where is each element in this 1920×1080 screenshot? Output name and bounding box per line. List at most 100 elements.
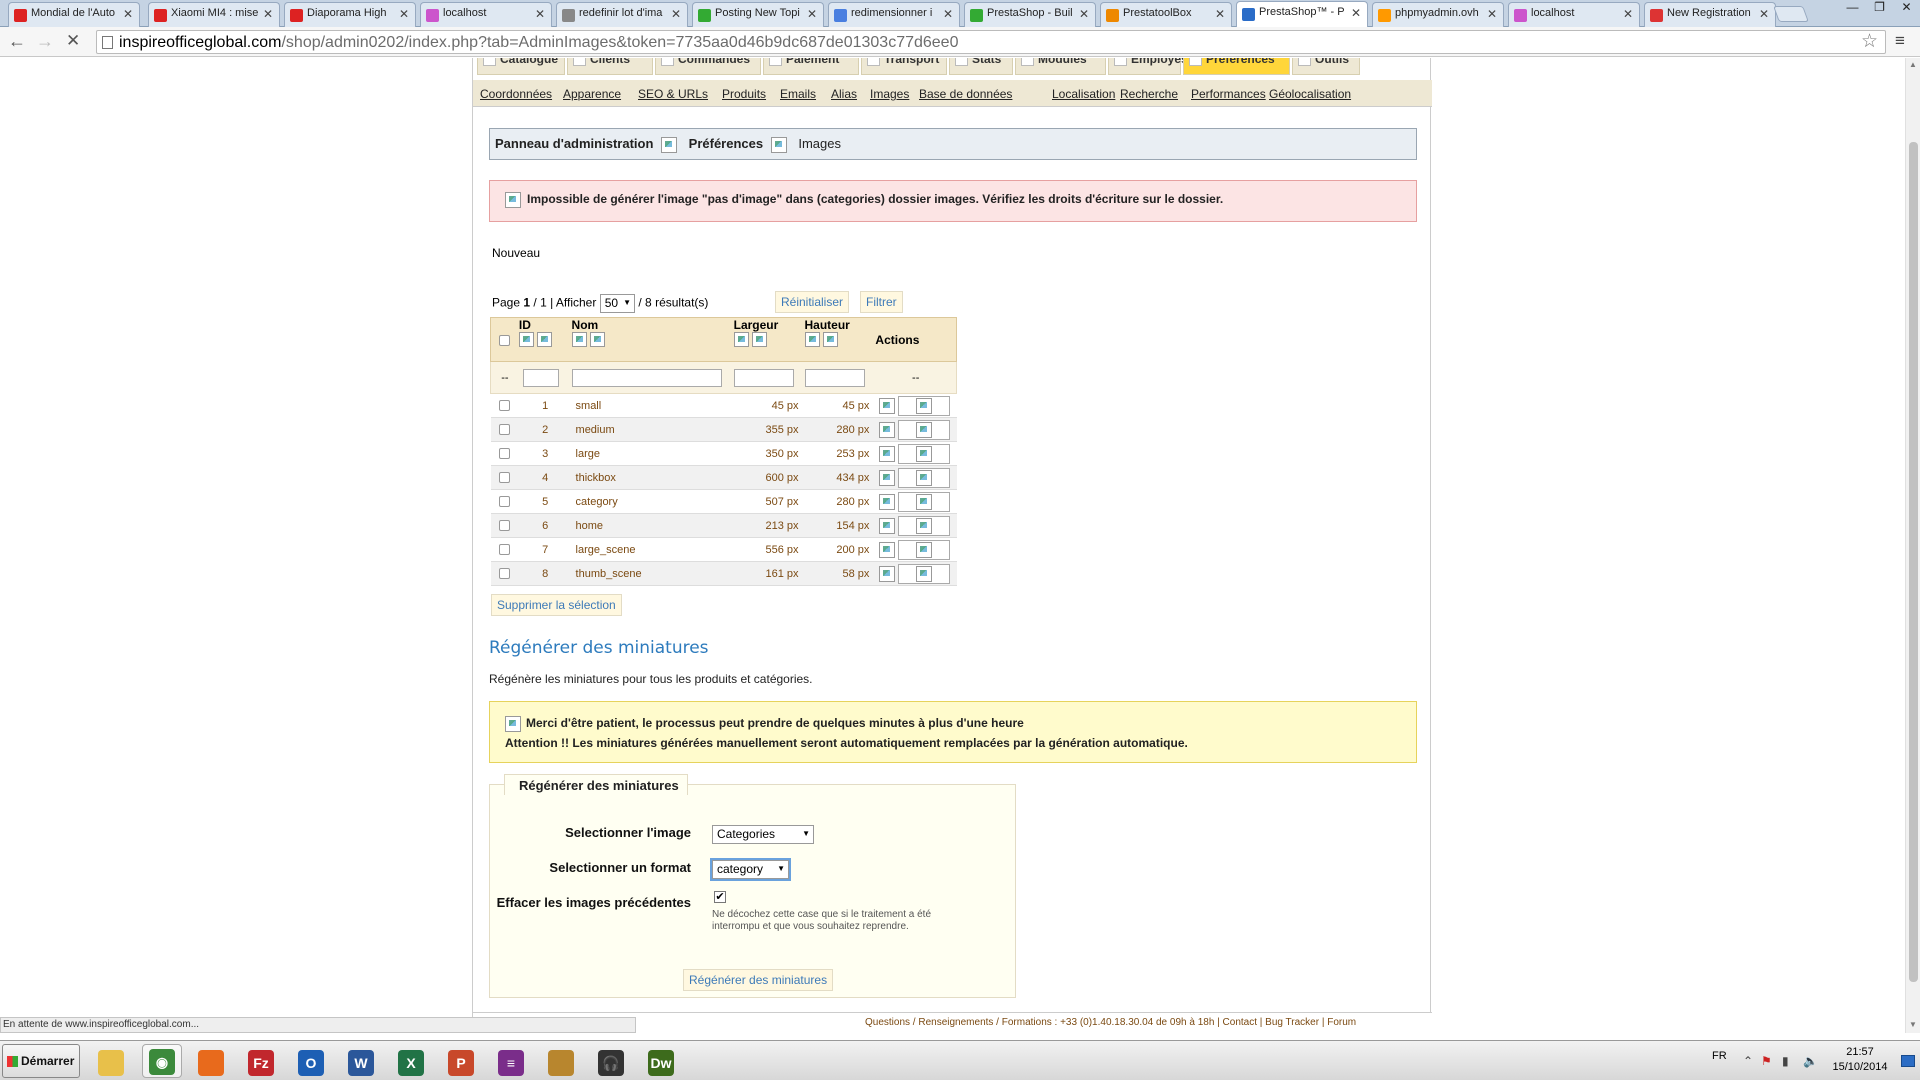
tab-close-icon[interactable]: ✕: [1351, 6, 1361, 20]
table-row[interactable]: 6 home 213 px 154 px: [490, 513, 957, 538]
edit-icon[interactable]: [878, 469, 895, 486]
tray-expand-icon[interactable]: ⌃: [1743, 1054, 1753, 1068]
filter-name-input[interactable]: [571, 368, 722, 387]
delete-action[interactable]: [897, 563, 950, 584]
row-name[interactable]: large_scene: [572, 538, 734, 562]
sort-desc-icon[interactable]: [571, 332, 587, 348]
delete-icon[interactable]: [915, 469, 932, 486]
browser-tab[interactable]: Mondial de l'Auto ✕: [8, 2, 140, 27]
edit-icon[interactable]: [878, 541, 895, 558]
regenerate-button[interactable]: Régénérer des miniatures: [683, 969, 834, 991]
browser-tab[interactable]: Xiaomi MI4 : mise ✕: [148, 2, 280, 27]
new-tab-button[interactable]: [1773, 6, 1809, 22]
admin-sub-tab[interactable]: Images: [870, 87, 909, 101]
row-name[interactable]: thumb_scene: [572, 562, 734, 586]
table-row[interactable]: 2 medium 355 px 280 px: [490, 417, 957, 442]
browser-tab[interactable]: New Registration ✕: [1644, 2, 1776, 27]
erase-previous-checkbox[interactable]: ✔: [714, 891, 726, 903]
browser-tab[interactable]: PrestaShop - Buil ✕: [964, 2, 1096, 27]
admin-sub-tab[interactable]: Performances: [1191, 87, 1266, 101]
admin-main-tab[interactable]: Commandes: [655, 58, 761, 75]
filter-height-input[interactable]: [804, 368, 865, 387]
browser-tab[interactable]: PrestatoolBox ✕: [1100, 2, 1232, 27]
admin-main-tab[interactable]: Stats: [949, 58, 1013, 75]
tab-close-icon[interactable]: ✕: [1623, 7, 1633, 21]
tab-close-icon[interactable]: ✕: [1215, 7, 1225, 21]
forward-icon[interactable]: →: [36, 31, 54, 52]
format-select[interactable]: category: [710, 858, 791, 881]
stop-loading-icon[interactable]: ✕: [66, 31, 80, 51]
browser-tab[interactable]: PrestaShop™ - P ✕: [1236, 1, 1368, 28]
tab-close-icon[interactable]: ✕: [943, 7, 953, 21]
admin-main-tab[interactable]: Employés: [1108, 58, 1188, 75]
filter-width-input[interactable]: [733, 368, 794, 387]
sort-desc-icon[interactable]: [804, 332, 820, 348]
table-row[interactable]: 4 thickbox 600 px 434 px: [490, 465, 957, 490]
browser-tab[interactable]: redefinir lot d'ima ✕: [556, 2, 688, 27]
admin-sub-tab[interactable]: Emails: [780, 87, 816, 101]
restore-button[interactable]: ❐: [1866, 0, 1893, 18]
start-button[interactable]: Démarrer: [2, 1044, 80, 1078]
word-taskbar-icon[interactable]: W: [342, 1046, 374, 1076]
delete-icon[interactable]: [915, 421, 932, 438]
excel-taskbar-icon[interactable]: X: [392, 1046, 424, 1076]
browser-tab[interactable]: localhost ✕: [420, 2, 552, 27]
edit-icon[interactable]: [878, 565, 895, 582]
delete-action[interactable]: [897, 467, 950, 488]
delete-icon[interactable]: [915, 445, 932, 462]
tab-close-icon[interactable]: ✕: [535, 7, 545, 21]
outlook-taskbar-icon[interactable]: O: [292, 1046, 324, 1076]
delete-icon[interactable]: [915, 565, 932, 582]
page-scrollbar[interactable]: ▲ ▼: [1905, 58, 1920, 1033]
minimize-button[interactable]: —: [1839, 0, 1866, 18]
chrome-taskbar-icon[interactable]: ◉: [142, 1044, 182, 1078]
row-name[interactable]: large: [572, 442, 734, 466]
admin-main-tab[interactable]: Modules: [1015, 58, 1106, 75]
firefox-taskbar-icon[interactable]: [192, 1046, 224, 1076]
edit-icon[interactable]: [878, 493, 895, 510]
per-page-select[interactable]: 50: [599, 294, 636, 313]
row-checkbox[interactable]: [499, 400, 511, 412]
powerpoint-taskbar-icon[interactable]: P: [442, 1046, 474, 1076]
tab-close-icon[interactable]: ✕: [1079, 7, 1089, 21]
row-checkbox[interactable]: [499, 472, 511, 484]
admin-sub-tab[interactable]: Coordonnées: [480, 87, 552, 101]
volume-icon[interactable]: 🔈: [1803, 1054, 1818, 1068]
admin-main-tab[interactable]: Transport: [861, 58, 947, 75]
admin-sub-tab[interactable]: Base de données: [919, 87, 1012, 101]
row-checkbox[interactable]: [499, 424, 511, 436]
delete-action[interactable]: [897, 491, 950, 512]
network-icon[interactable]: ▮: [1782, 1054, 1789, 1068]
admin-main-tab[interactable]: Clients: [567, 58, 653, 75]
delete-action[interactable]: [897, 539, 950, 560]
edit-icon[interactable]: [878, 421, 895, 438]
table-row[interactable]: 1 small 45 px 45 px: [490, 393, 957, 418]
dreamweaver-taskbar-icon[interactable]: Dw: [642, 1046, 674, 1076]
back-icon[interactable]: ←: [8, 31, 26, 52]
scroll-down-icon[interactable]: ▼: [1909, 1020, 1917, 1029]
admin-sub-tab[interactable]: SEO & URLs: [638, 87, 708, 101]
row-name[interactable]: category: [572, 490, 734, 514]
delete-icon[interactable]: [915, 397, 932, 414]
row-name[interactable]: medium: [572, 418, 734, 442]
admin-main-tab[interactable]: Catalogue: [477, 58, 565, 75]
filezilla-taskbar-icon[interactable]: Fz: [242, 1046, 274, 1076]
admin-main-tab[interactable]: Préférences: [1183, 58, 1290, 75]
sort-desc-icon[interactable]: [518, 332, 534, 348]
bookmark-star-icon[interactable]: ☆: [1861, 30, 1878, 53]
action-center-icon[interactable]: ⚑: [1761, 1054, 1772, 1068]
image-type-select[interactable]: Categories: [712, 825, 814, 844]
sort-asc-icon[interactable]: [536, 332, 552, 348]
edit-icon[interactable]: [878, 445, 895, 462]
row-name[interactable]: thickbox: [572, 466, 734, 490]
row-checkbox[interactable]: [499, 544, 511, 556]
admin-sub-tab[interactable]: Alias: [831, 87, 857, 101]
row-checkbox[interactable]: [499, 448, 511, 460]
delete-icon[interactable]: [915, 493, 932, 510]
close-window-button[interactable]: ✕: [1893, 0, 1920, 18]
explorer-taskbar-icon[interactable]: [92, 1046, 124, 1076]
table-row[interactable]: 5 category 507 px 280 px: [490, 489, 957, 514]
admin-sub-tab[interactable]: Produits: [722, 87, 766, 101]
row-checkbox[interactable]: [499, 568, 511, 580]
delete-selection-button[interactable]: Supprimer la sélection: [491, 594, 622, 616]
